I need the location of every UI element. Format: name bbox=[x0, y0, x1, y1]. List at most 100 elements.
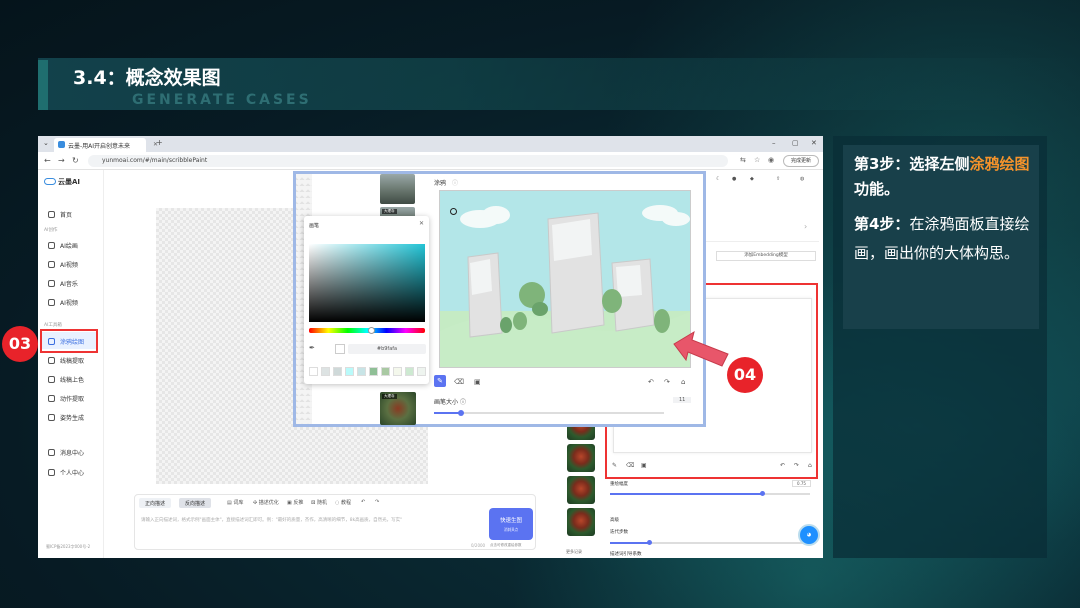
preset-swatch[interactable] bbox=[405, 367, 414, 376]
close-window-icon[interactable]: ✕ bbox=[811, 139, 817, 147]
info-icon[interactable]: ⓘ bbox=[460, 399, 466, 406]
forward-icon[interactable]: → bbox=[58, 156, 65, 165]
moon-icon[interactable]: ☾ bbox=[716, 176, 720, 182]
tab-menu-icon[interactable]: ⌄ bbox=[43, 139, 49, 147]
avatar[interactable]: ◍ bbox=[800, 176, 804, 182]
translate-icon[interactable]: ⇆ bbox=[740, 156, 746, 164]
sidebar-item-ai-video[interactable]: AI视频 bbox=[48, 260, 78, 269]
reference-photo[interactable] bbox=[380, 174, 415, 204]
undo-icon[interactable]: ↶ bbox=[648, 378, 654, 386]
music-icon bbox=[48, 280, 55, 287]
hex-color-input[interactable]: #b9fafa bbox=[348, 344, 426, 354]
generate-button[interactable]: 快速生图 消耗8点 bbox=[489, 508, 533, 540]
browser-tabbar: ⌄ 云墨-用AI开启创意未来 ✕ + – ▢ ✕ bbox=[38, 136, 823, 152]
preset-swatch[interactable] bbox=[345, 367, 354, 376]
pen-tool-icon[interactable]: ✎ bbox=[612, 462, 617, 469]
saturation-value-area[interactable] bbox=[309, 244, 425, 322]
reload-icon[interactable]: ↻ bbox=[72, 156, 79, 165]
redraw-slider-fill bbox=[610, 493, 762, 495]
tab-title: 云墨-用AI开启创意未来 bbox=[68, 143, 131, 150]
home-icon bbox=[48, 211, 55, 218]
preset-swatch[interactable] bbox=[333, 367, 342, 376]
random-button[interactable]: ⚄ 随机 bbox=[311, 499, 327, 506]
info-icon[interactable]: ⓘ bbox=[452, 178, 458, 187]
sidebar-item-lineart-extract[interactable]: 线稿提取 bbox=[48, 356, 84, 365]
brush-size-value[interactable]: 11 bbox=[673, 397, 692, 403]
bookmark-star-icon[interactable]: ☆ bbox=[754, 156, 760, 164]
chevron-right-icon[interactable]: › bbox=[804, 222, 807, 231]
address-bar: ← → ↻ yunmoai.com/#/main/scribblePaint ⇆… bbox=[38, 152, 823, 170]
tab-positive-prompt[interactable]: 正向描述 bbox=[139, 498, 172, 508]
image-icon[interactable]: ▣ bbox=[474, 378, 481, 386]
minimize-icon[interactable]: – bbox=[772, 139, 776, 147]
reverse-prompt-button[interactable]: ▣ 反推 bbox=[287, 499, 303, 506]
hue-slider-knob[interactable] bbox=[368, 327, 375, 334]
user-badge-icon[interactable]: ● bbox=[732, 176, 736, 182]
preset-swatch[interactable] bbox=[393, 367, 402, 376]
prompt-textarea[interactable]: 请输入正向描述词，格式示例"画面主体"，直接描述词汇即可。例："最好的质量，杰作… bbox=[141, 517, 481, 523]
back-icon[interactable]: ← bbox=[44, 156, 51, 165]
undo-small-icon[interactable]: ↶ bbox=[361, 499, 365, 505]
word-library-button[interactable]: ▤ 词库 bbox=[227, 499, 243, 506]
redo-icon[interactable]: ↷ bbox=[794, 462, 799, 469]
generate-footnote: 点击可修改重绘参数 bbox=[490, 543, 522, 547]
current-color-swatch bbox=[335, 344, 345, 354]
sidebar-item-ai-drawing[interactable]: AI绘画 bbox=[48, 241, 78, 250]
sidebar-item-motion-extract[interactable]: 动作提取 bbox=[48, 394, 84, 403]
profile-icon[interactable]: ◉ bbox=[768, 156, 774, 164]
sidebar-item-lineart-color[interactable]: 线稿上色 bbox=[48, 375, 84, 384]
update-button[interactable]: 完成更新 bbox=[783, 155, 819, 167]
brush-size-track[interactable] bbox=[434, 412, 664, 414]
assistant-robot-icon[interactable]: ◕ bbox=[798, 524, 820, 546]
history-thumbnail[interactable] bbox=[567, 476, 595, 504]
redraw-slider-knob[interactable] bbox=[760, 491, 765, 496]
redraw-strength-value[interactable]: 0.75 bbox=[792, 480, 811, 487]
preset-swatch[interactable] bbox=[381, 367, 390, 376]
image-tool-icon[interactable]: ▣ bbox=[641, 462, 647, 469]
sidebar-item-ai-music[interactable]: AI音乐 bbox=[48, 279, 78, 288]
scribble-drawing-area[interactable] bbox=[439, 190, 691, 368]
book-icon: ▤ bbox=[227, 500, 232, 506]
history-thumbnail[interactable] bbox=[567, 508, 595, 536]
sidebar-item-home[interactable]: 首页 bbox=[48, 210, 72, 219]
browser-tab[interactable]: 云墨-用AI开启创意未来 ✕ bbox=[54, 138, 158, 152]
close-icon[interactable]: ✕ bbox=[419, 220, 424, 227]
pen-tool-active-icon[interactable]: ✎ bbox=[434, 375, 446, 387]
brush-size-knob[interactable] bbox=[458, 410, 464, 416]
preset-swatch[interactable] bbox=[309, 367, 318, 376]
share-icon[interactable]: ⇪ bbox=[776, 176, 780, 182]
steps-slider-knob[interactable] bbox=[647, 540, 652, 545]
preset-swatch[interactable] bbox=[417, 367, 426, 376]
url-field[interactable]: yunmoai.com/#/main/scribblePaint bbox=[88, 155, 728, 167]
cloud-logo-icon bbox=[44, 178, 56, 185]
title-accent-bar bbox=[38, 60, 48, 110]
preset-swatch[interactable] bbox=[369, 367, 378, 376]
app-sidebar: 云墨AI 首页 AI创作 AI绘画 AI视频 AI音乐 AI视频 AI工具箱 涂… bbox=[38, 170, 104, 558]
sidebar-item-ai-video-2[interactable]: AI视频 bbox=[48, 298, 78, 307]
eraser-icon[interactable]: ⌫ bbox=[454, 378, 464, 386]
preset-swatch[interactable] bbox=[321, 367, 330, 376]
sidebar-item-profile[interactable]: 个人中心 bbox=[48, 468, 84, 477]
tutorial-button[interactable]: ◌ 教程 bbox=[335, 499, 351, 506]
redo-small-icon[interactable]: ↷ bbox=[375, 499, 379, 505]
more-history-link[interactable]: 更多记录 bbox=[566, 549, 582, 555]
undo-icon[interactable]: ↶ bbox=[780, 462, 785, 469]
optimize-button[interactable]: ✣ 描述优化 bbox=[253, 499, 279, 506]
add-embedding-button[interactable]: 添加Embedding模型 bbox=[716, 251, 816, 261]
redo-icon[interactable]: ↷ bbox=[664, 378, 670, 386]
points-icon[interactable]: ◆ bbox=[750, 176, 754, 182]
preset-swatch[interactable] bbox=[357, 367, 366, 376]
tab-negative-prompt[interactable]: 反向描述 bbox=[179, 498, 212, 508]
reference-photo[interactable]: 大理寺 bbox=[380, 392, 416, 425]
eraser-tool-icon[interactable]: ⌫ bbox=[626, 462, 634, 469]
paint-bucket-icon bbox=[48, 376, 55, 383]
sidebar-item-pose-gen[interactable]: 姿势生成 bbox=[48, 413, 84, 422]
user-icon bbox=[48, 469, 55, 476]
eyedropper-icon[interactable]: ✒ bbox=[309, 344, 315, 352]
sidebar-item-messages[interactable]: 消息中心 bbox=[48, 448, 84, 457]
restore-icon[interactable]: ▢ bbox=[792, 139, 799, 147]
new-tab-icon[interactable]: + bbox=[156, 138, 163, 147]
clear-icon[interactable]: ⌂ bbox=[808, 462, 812, 469]
hue-slider[interactable] bbox=[309, 328, 425, 333]
history-thumbnail[interactable] bbox=[567, 444, 595, 472]
